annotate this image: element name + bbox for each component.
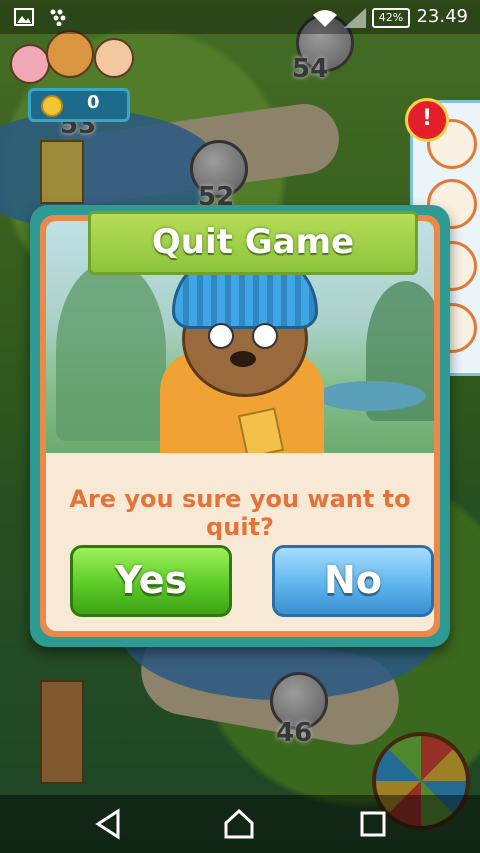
boy-avatar	[94, 38, 134, 78]
signal-icon	[344, 8, 366, 28]
tree-illustration	[56, 261, 166, 441]
coin-count: 0	[87, 92, 100, 113]
dog-eye	[252, 323, 278, 349]
yes-button[interactable]: Yes	[70, 545, 232, 617]
alert-badge[interactable]: !	[405, 98, 449, 142]
pig-avatar	[10, 44, 50, 84]
no-button[interactable]: No	[272, 545, 434, 617]
dog-nose	[230, 351, 256, 367]
home-icon[interactable]	[222, 807, 256, 841]
dialog-body: Are you sure you want to quit? Yes No	[46, 453, 434, 631]
dialog-title: Quit Game	[88, 211, 418, 275]
character-avatars	[10, 30, 140, 90]
pond-illustration	[316, 381, 426, 411]
quit-dialog: Quit Game Are you sure you want to quit?…	[30, 205, 450, 647]
wifi-icon	[313, 10, 337, 27]
recents-icon[interactable]	[356, 807, 390, 841]
navigation-bar	[0, 795, 480, 853]
status-bar: 42% 23.49	[0, 0, 480, 34]
bbm-icon	[50, 9, 66, 26]
coin-icon	[41, 95, 63, 117]
back-icon[interactable]	[92, 807, 126, 841]
clock: 23.49	[416, 6, 468, 27]
dialog-message: Are you sure you want to quit?	[69, 485, 411, 541]
image-icon	[14, 8, 34, 26]
dog-avatar	[46, 30, 94, 78]
dialog-frame: Quit Game Are you sure you want to quit?…	[40, 211, 440, 637]
battery-icon: 42%	[372, 8, 410, 28]
coin-counter: 0	[28, 88, 130, 122]
dog-eye	[208, 323, 234, 349]
